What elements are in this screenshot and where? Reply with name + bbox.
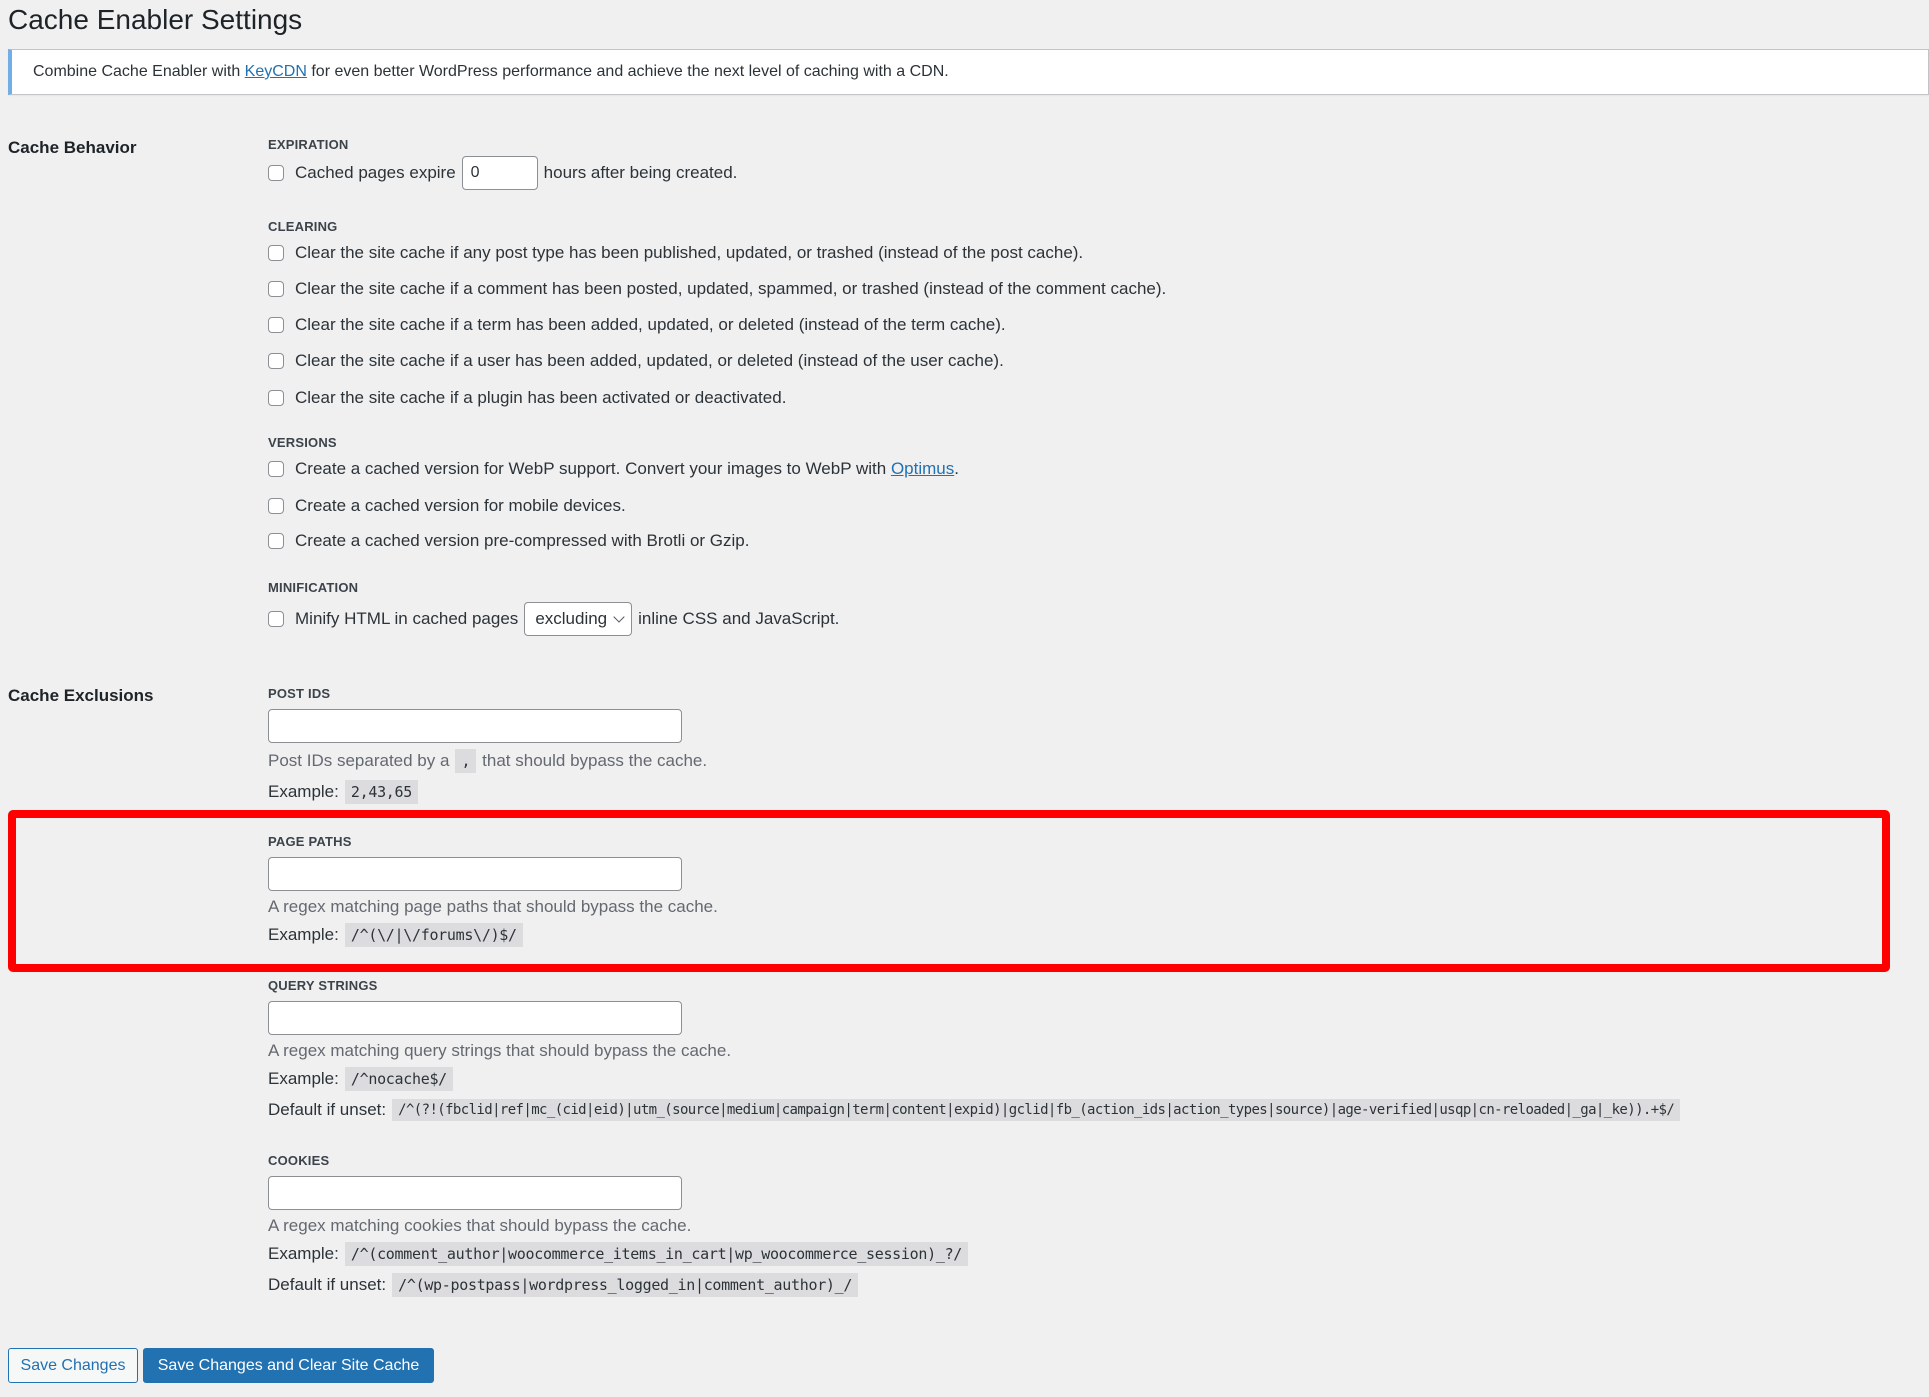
clearing-option-label: Clear the site cache if a comment has be… [295,279,1167,298]
page-paths-label: PAGE PATHS [268,834,352,849]
clearing-checkbox-term[interactable] [268,317,284,333]
page-paths-example: Example: /^(\/|\/forums\/)$/ [268,923,523,947]
mobile-checkbox[interactable] [268,498,284,514]
expiration-text-before: Cached pages expire [295,163,456,182]
save-button[interactable]: Save Changes [8,1348,138,1383]
clearing-option: Clear the site cache if a term has been … [268,315,1006,335]
minification-label: MINIFICATION [268,580,359,595]
clearing-option-label: Clear the site cache if a plugin has bee… [295,388,787,407]
default-code: /^(?!(fbclid|ref|mc_(cid|eid)|utm_(sourc… [392,1099,1681,1121]
minify-text-after: inline CSS and JavaScript. [638,609,840,628]
cookies-description: A regex matching cookies that should byp… [268,1216,692,1235]
clearing-option: Clear the site cache if a user has been … [268,351,1004,371]
chevron-down-icon [613,611,625,623]
post-ids-desc-before: Post IDs separated by a [268,751,450,770]
query-strings-example: Example: /^nocache$/ [268,1067,453,1091]
save-and-clear-cache-button[interactable]: Save Changes and Clear Site Cache [143,1348,434,1383]
notice-text-before: Combine Cache Enabler with [33,63,245,80]
minify-mode-select[interactable]: excluding [524,602,633,636]
example-label: Example: [268,925,339,944]
expiration-checkbox[interactable] [268,165,284,181]
clearing-checkbox-user[interactable] [268,353,284,369]
query-strings-input[interactable] [268,1001,682,1035]
query-strings-description: A regex matching query strings that shou… [268,1041,732,1060]
example-label: Example: [268,1069,339,1088]
clearing-checkbox-post[interactable] [268,245,284,261]
example-code: /^nocache$/ [344,1067,453,1091]
cookies-label: COOKIES [268,1153,330,1168]
cache-behavior-heading: Cache Behavior [8,138,137,157]
clearing-option: Clear the site cache if a plugin has bee… [268,388,786,408]
clearing-option-label: Clear the site cache if a term has been … [295,315,1006,334]
separator-code: , [455,749,477,773]
expiration-row: Cached pages expire hours after being cr… [268,156,737,190]
expiration-hours-input[interactable] [461,156,538,190]
query-strings-label: QUERY STRINGS [268,978,378,993]
keycdn-link[interactable]: KeyCDN [245,63,307,80]
page-paths-description: A regex matching page paths that should … [268,897,718,916]
webp-label: Create a cached version for WebP support… [295,459,891,478]
expiration-label: EXPIRATION [268,137,349,152]
post-ids-description: Post IDs separated by a, that should bypa… [268,749,707,773]
clearing-option: Clear the site cache if a comment has be… [268,279,1166,299]
example-code: /^(comment_author|woocommerce_items_in_c… [344,1242,969,1266]
example-label: Example: [268,1244,339,1263]
versions-option-webp: Create a cached version for WebP support… [268,459,959,479]
cookies-input[interactable] [268,1176,682,1210]
example-code: 2,43,65 [344,780,418,804]
clearing-checkbox-comment[interactable] [268,281,284,297]
example-label: Example: [268,782,339,801]
compressed-label: Create a cached version pre-compressed w… [295,531,750,550]
example-code: /^(\/|\/forums\/)$/ [344,923,523,947]
post-ids-input[interactable] [268,709,682,743]
clearing-option-label: Clear the site cache if any post type ha… [295,243,1084,262]
clearing-option-label: Clear the site cache if a user has been … [295,351,1004,370]
minify-checkbox[interactable] [268,611,284,627]
keycdn-notice: Combine Cache Enabler with KeyCDN for ev… [8,49,1929,95]
default-label: Default if unset: [268,1275,387,1294]
versions-option-mobile: Create a cached version for mobile devic… [268,496,626,516]
cookies-default: Default if unset: /^(wp-postpass|wordpres… [268,1273,859,1297]
versions-label: VERSIONS [268,435,337,450]
default-code: /^(wp-postpass|wordpress_logged_in|comme… [392,1273,859,1297]
optimus-link[interactable]: Optimus [891,459,954,479]
cookies-example: Example: /^(comment_author|woocommerce_it… [268,1242,969,1266]
page-paths-input[interactable] [268,857,682,891]
minification-row: Minify HTML in cached pages excluding in… [268,602,839,636]
notice-text-after: for even better WordPress performance an… [306,63,949,80]
minify-mode-value: excluding [535,609,608,628]
minify-text-before: Minify HTML in cached pages [295,609,519,628]
webp-checkbox[interactable] [268,461,284,477]
page-title: Cache Enabler Settings [8,4,303,35]
default-label: Default if unset: [268,1100,387,1119]
expiration-text-after: hours after being created. [543,163,738,182]
clearing-checkbox-plugin[interactable] [268,390,284,406]
clearing-option: Clear the site cache if any post type ha… [268,243,1083,263]
post-ids-example: Example: 2,43,65 [268,780,418,804]
post-ids-desc-after: that should bypass the cache. [482,751,708,770]
compressed-checkbox[interactable] [268,533,284,549]
webp-label-end: . [954,459,959,478]
versions-option-compressed: Create a cached version pre-compressed w… [268,531,749,551]
cache-exclusions-heading: Cache Exclusions [8,686,154,705]
post-ids-label: POST IDS [268,686,331,701]
notice-text: Combine Cache Enabler with KeyCDN for ev… [33,63,949,81]
mobile-label: Create a cached version for mobile devic… [295,496,626,515]
query-strings-default: Default if unset: /^(?!(fbclid|ref|mc_(ci… [268,1099,1681,1121]
clearing-label: CLEARING [268,219,338,234]
